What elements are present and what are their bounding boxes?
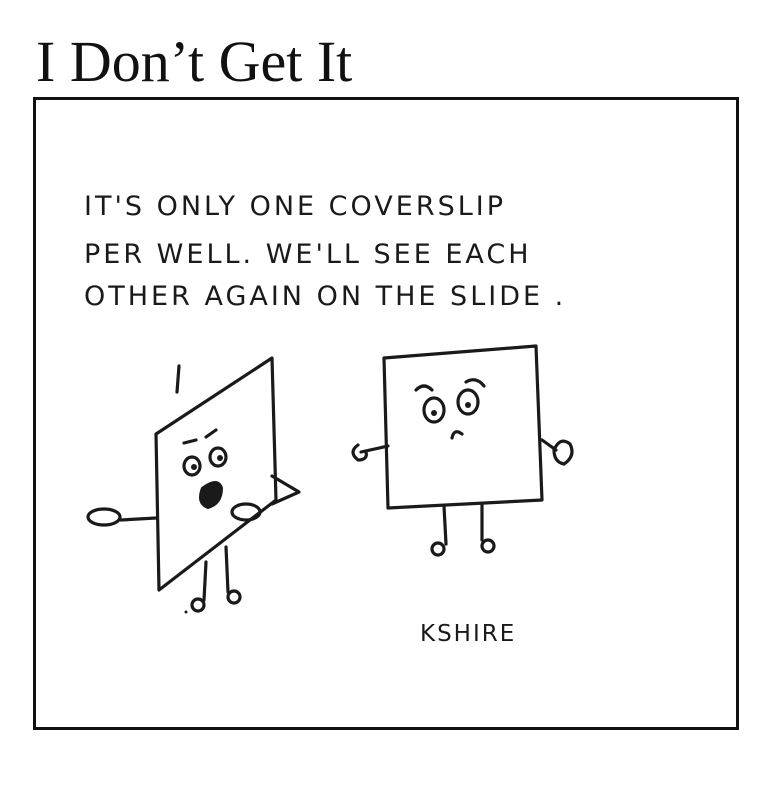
angry-right-leg (224, 545, 230, 594)
angry-right-foot-icon (226, 589, 242, 605)
comic-panel: IT'S ONLY ONE COVERSLIP PER WELL. WE'LL … (33, 97, 739, 730)
angry-coverslip-body (154, 356, 278, 592)
right-brow-icon (204, 428, 218, 439)
worried-left-brow-icon (414, 384, 434, 392)
left-brow-icon (182, 438, 198, 445)
angry-right-hand-icon (230, 502, 262, 522)
angry-left-arm (119, 516, 158, 522)
worried-left-leg (442, 504, 448, 546)
comic-title: I Don’t Get It (36, 29, 353, 94)
caption-line-2: PER WELL. WE'LL SEE EACH (84, 239, 532, 270)
worried-coverslip-character (351, 344, 574, 557)
worried-coverslip-body (382, 344, 544, 510)
worried-mouth-icon (450, 430, 464, 440)
caption-line-3: OTHER AGAIN ON THE SLIDE . (84, 281, 566, 312)
comic-drawing: IT'S ONLY ONE COVERSLIP PER WELL. WE'LL … (84, 191, 574, 647)
shouting-mouth-icon (199, 481, 224, 510)
caption-line-1: IT'S ONLY ONE COVERSLIP (84, 191, 506, 222)
worried-right-brow-icon (464, 378, 486, 388)
worried-left-foot-icon (430, 541, 446, 557)
angry-left-foot-icon (190, 597, 206, 613)
worried-right-hand-icon (552, 439, 574, 466)
exclamation-mark-icon (175, 364, 181, 394)
angry-left-leg (202, 560, 208, 602)
angry-left-hand-icon (86, 507, 122, 527)
worried-right-foot-icon (480, 538, 496, 554)
artist-signature: KSHIRE (420, 621, 516, 647)
angry-coverslip-character (86, 356, 301, 614)
